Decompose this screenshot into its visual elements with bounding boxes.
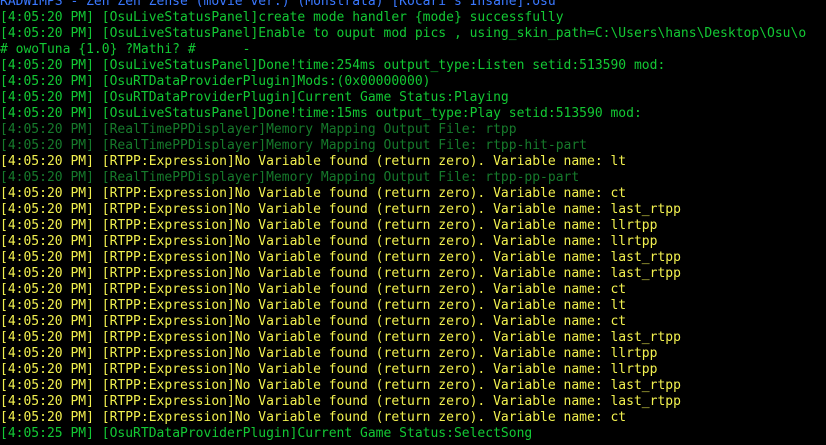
console-line: [4:05:20 PM] [RTPP:Expression]No Variabl… — [0, 378, 826, 394]
log-timestamp: [4:05:20 PM] — [0, 218, 102, 233]
console-line: [4:05:20 PM] [RTPP:Expression]No Variabl… — [0, 154, 826, 170]
log-timestamp: [4:05:20 PM] — [0, 362, 102, 377]
log-message: [OsuLiveStatusPanel]Enable to ouput mod … — [101, 26, 807, 41]
log-message: [RTPP:Expression]No Variable found (retu… — [101, 314, 627, 329]
log-timestamp: [4:05:20 PM] — [0, 394, 102, 409]
log-message: [RTPP:Expression]No Variable found (retu… — [101, 298, 627, 313]
log-timestamp: [4:05:20 PM] — [0, 202, 102, 217]
console-line: # owoTuna {1.0} ?Mathi? # - — [0, 42, 826, 58]
log-message: # owoTuna {1.0} ?Mathi? # - — [0, 42, 251, 57]
log-message: [OsuRTDataProviderPlugin]Current Game St… — [101, 90, 509, 105]
log-timestamp: [4:05:20 PM] — [0, 154, 102, 169]
log-timestamp: [4:05:20 PM] — [0, 186, 102, 201]
console-line: [4:05:20 PM] [RealTimePPDisplayer]Memory… — [0, 170, 826, 186]
console-line: [4:05:20 PM] [RTPP:Expression]No Variabl… — [0, 298, 826, 314]
console-line: [4:05:20 PM] [RTPP:Expression]No Variabl… — [0, 362, 826, 378]
log-message: [OsuRTDataProviderPlugin]Mods:(0x0000000… — [101, 74, 431, 89]
log-message: [RTPP:Expression]No Variable found (retu… — [101, 266, 681, 281]
log-timestamp: [4:05:20 PM] — [0, 250, 102, 265]
log-message: [RTPP:Expression]No Variable found (retu… — [101, 282, 627, 297]
log-timestamp: [4:05:20 PM] — [0, 74, 102, 89]
log-timestamp: [4:05:20 PM] — [0, 106, 102, 121]
console-line: [4:05:20 PM] [OsuLiveStatusPanel]Enable … — [0, 26, 826, 42]
console-output[interactable]: RADWIMPS - Zen Zen Zense (movie ver.) (M… — [0, 0, 826, 442]
log-timestamp: [4:05:20 PM] — [0, 170, 102, 185]
log-message: [OsuLiveStatusPanel]Done!time:254ms outp… — [101, 58, 666, 73]
console-line: [4:05:20 PM] [RTPP:Expression]No Variabl… — [0, 314, 826, 330]
log-message: [RTPP:Expression]No Variable found (retu… — [101, 362, 658, 377]
log-message: [OsuLiveStatusPanel]Done!time:15ms outpu… — [101, 106, 642, 121]
log-message: [RTPP:Expression]No Variable found (retu… — [101, 186, 627, 201]
console-line: [4:05:20 PM] [OsuLiveStatusPanel]create … — [0, 10, 826, 26]
log-timestamp: [4:05:20 PM] — [0, 10, 102, 25]
console-line: [4:05:20 PM] [RTPP:Expression]No Variabl… — [0, 186, 826, 202]
log-message: [OsuRTDataProviderPlugin]Current Game St… — [101, 426, 533, 441]
console-line: [4:05:20 PM] [RealTimePPDisplayer]Memory… — [0, 122, 826, 138]
log-message: [RealTimePPDisplayer]Memory Mapping Outp… — [101, 170, 580, 185]
log-timestamp: [4:05:20 PM] — [0, 266, 102, 281]
console-line: [4:05:20 PM] [RTPP:Expression]No Variabl… — [0, 266, 826, 282]
console-line: [4:05:20 PM] [OsuLiveStatusPanel]Done!ti… — [0, 106, 826, 122]
log-message: [RealTimePPDisplayer]Memory Mapping Outp… — [101, 122, 517, 137]
console-line: RADWIMPS - Zen Zen Zense (movie ver.) (M… — [0, 0, 826, 10]
log-timestamp: [4:05:20 PM] — [0, 378, 102, 393]
log-message: [OsuLiveStatusPanel]create mode handler … — [101, 10, 564, 25]
console-line: [4:05:20 PM] [RTPP:Expression]No Variabl… — [0, 330, 826, 346]
log-timestamp: [4:05:20 PM] — [0, 122, 102, 137]
log-timestamp: [4:05:25 PM] — [0, 426, 102, 441]
log-timestamp: [4:05:20 PM] — [0, 58, 102, 73]
console-line: [4:05:20 PM] [RTPP:Expression]No Variabl… — [0, 410, 826, 426]
log-message: [RTPP:Expression]No Variable found (retu… — [101, 154, 627, 169]
log-message: RADWIMPS - Zen Zen Zense (movie ver.) (M… — [0, 0, 556, 9]
log-message: [RTPP:Expression]No Variable found (retu… — [101, 410, 627, 425]
console-line: [4:05:20 PM] [RTPP:Expression]No Variabl… — [0, 346, 826, 362]
log-timestamp: [4:05:20 PM] — [0, 138, 102, 153]
log-timestamp: [4:05:20 PM] — [0, 90, 102, 105]
console-line: [4:05:20 PM] [OsuRTDataProviderPlugin]Mo… — [0, 74, 826, 90]
log-message: [RTPP:Expression]No Variable found (retu… — [101, 346, 658, 361]
console-line: [4:05:20 PM] [RTPP:Expression]No Variabl… — [0, 202, 826, 218]
log-message: [RTPP:Expression]No Variable found (retu… — [101, 250, 681, 265]
console-line: [4:05:20 PM] [OsuLiveStatusPanel]Done!ti… — [0, 58, 826, 74]
console-line: [4:05:25 PM] [OsuRTDataProviderPlugin]Cu… — [0, 426, 826, 442]
log-timestamp: [4:05:20 PM] — [0, 298, 102, 313]
log-timestamp: [4:05:20 PM] — [0, 26, 102, 41]
log-timestamp: [4:05:20 PM] — [0, 410, 102, 425]
log-message: [RTPP:Expression]No Variable found (retu… — [101, 330, 681, 345]
console-line: [4:05:20 PM] [RTPP:Expression]No Variabl… — [0, 282, 826, 298]
console-line: [4:05:20 PM] [RTPP:Expression]No Variabl… — [0, 394, 826, 410]
console-line: [4:05:20 PM] [RTPP:Expression]No Variabl… — [0, 250, 826, 266]
log-message: [RTPP:Expression]No Variable found (retu… — [101, 378, 681, 393]
log-timestamp: [4:05:20 PM] — [0, 330, 102, 345]
log-timestamp: [4:05:20 PM] — [0, 234, 102, 249]
log-message: [RTPP:Expression]No Variable found (retu… — [101, 394, 681, 409]
console-line: [4:05:20 PM] [RTPP:Expression]No Variabl… — [0, 218, 826, 234]
console-line: [4:05:20 PM] [OsuRTDataProviderPlugin]Cu… — [0, 90, 826, 106]
log-message: [RTPP:Expression]No Variable found (retu… — [101, 202, 681, 217]
log-message: [RTPP:Expression]No Variable found (retu… — [101, 234, 658, 249]
console-line: [4:05:20 PM] [RTPP:Expression]No Variabl… — [0, 234, 826, 250]
log-timestamp: [4:05:20 PM] — [0, 314, 102, 329]
log-message: [RTPP:Expression]No Variable found (retu… — [101, 218, 658, 233]
log-message: [RealTimePPDisplayer]Memory Mapping Outp… — [101, 138, 588, 153]
log-timestamp: [4:05:20 PM] — [0, 346, 102, 361]
console-line: [4:05:20 PM] [RealTimePPDisplayer]Memory… — [0, 138, 826, 154]
log-timestamp: [4:05:20 PM] — [0, 282, 102, 297]
